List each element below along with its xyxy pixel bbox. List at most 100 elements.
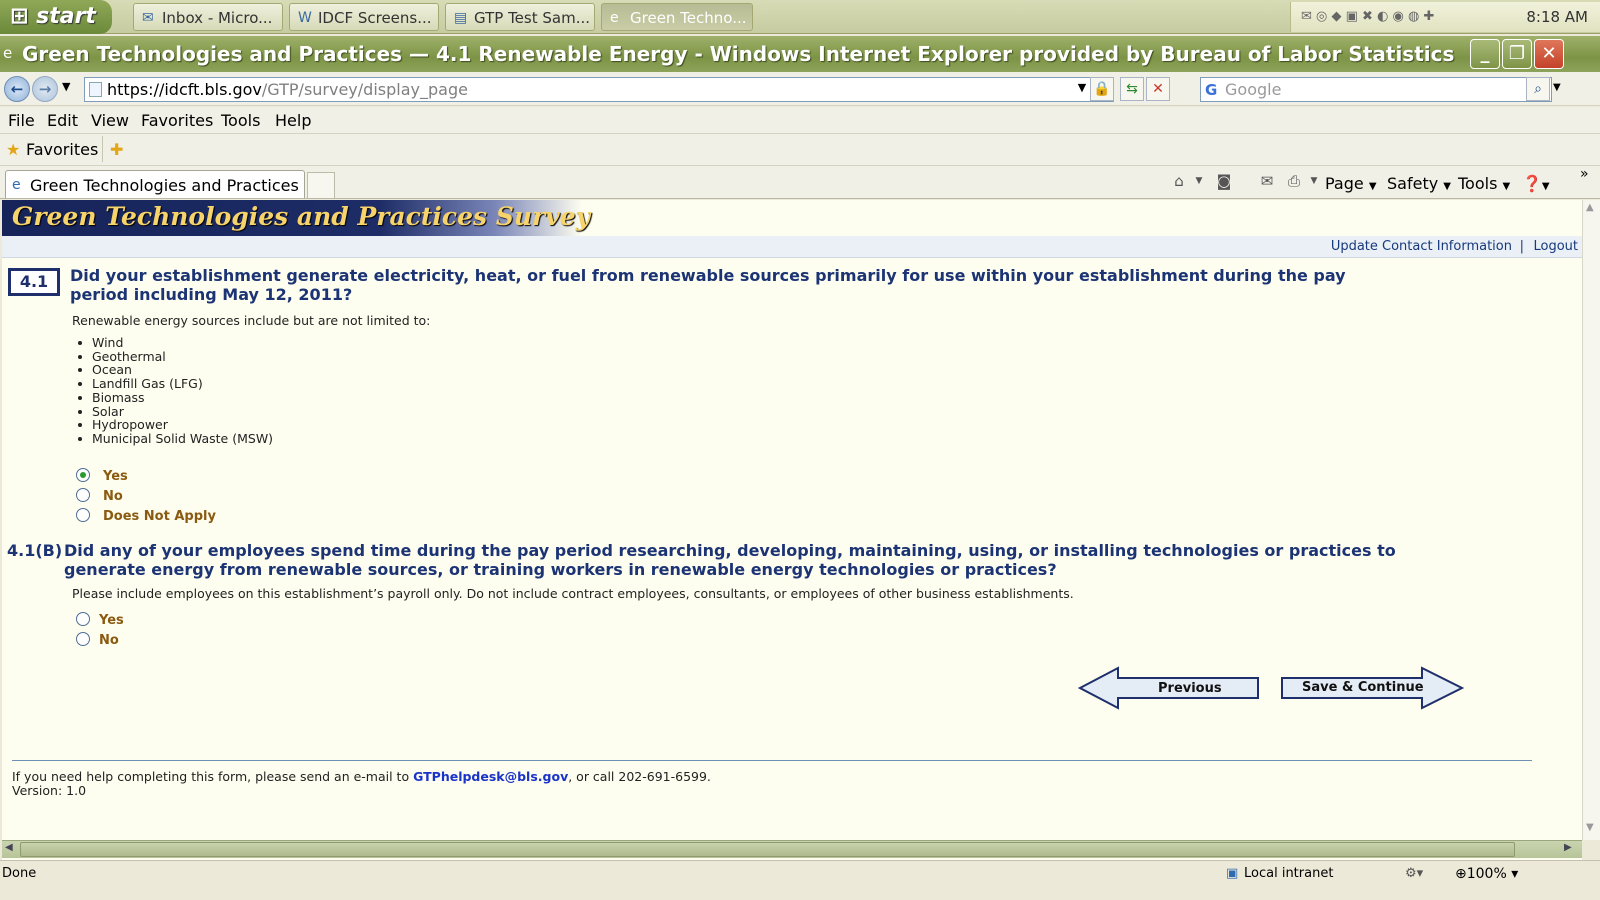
account-bar: Update Contact Information | Logout	[2, 236, 1582, 258]
start-button[interactable]: ⊞ start	[0, 0, 112, 34]
favorites-button[interactable]: Favorites	[26, 140, 98, 159]
q1-radio-no[interactable]	[76, 488, 90, 502]
search-button[interactable]: ⌕	[1526, 77, 1550, 101]
helpdesk-email-link[interactable]: GTPhelpdesk@bls.gov	[413, 769, 568, 784]
q1-label-no[interactable]: No	[103, 489, 123, 504]
q2-radio-yes[interactable]	[76, 612, 90, 626]
magnifier-icon: ⌕	[1534, 81, 1542, 97]
more-commands-icon[interactable]: »	[1580, 166, 1589, 182]
q1-radio-does-not-apply[interactable]	[76, 508, 90, 522]
restore-button[interactable]: ❐	[1502, 39, 1532, 69]
help-menu-button[interactable]: ❓▼	[1522, 174, 1550, 193]
question-4-1b-text: Did any of your employees spend time dur…	[64, 541, 1396, 579]
tab-green-technologies[interactable]: e Green Technologies and Practices ...	[5, 170, 305, 198]
status-text: Done	[2, 866, 37, 881]
back-arrow-icon: ←	[10, 80, 24, 98]
menu-help[interactable]: Help	[275, 111, 311, 130]
scroll-up-icon[interactable]: ▲	[1586, 202, 1594, 213]
close-button[interactable]: ✕	[1534, 39, 1564, 69]
safety-menu-button[interactable]: Safety ▼	[1387, 174, 1451, 193]
menu-edit[interactable]: Edit	[47, 111, 78, 130]
forward-button[interactable]: →	[32, 76, 58, 102]
tray-icons[interactable]: ✉ ◎ ◆ ▣ ✖ ◐ ◉ ◍ ✚	[1301, 9, 1434, 24]
menu-tools[interactable]: Tools	[221, 111, 260, 130]
q1-radio-yes[interactable]	[76, 468, 90, 482]
version-text: Version: 1.0	[12, 783, 87, 798]
scroll-right-icon[interactable]: ▶	[1564, 842, 1572, 853]
mail-icon[interactable]: ✉	[1258, 172, 1276, 190]
list-item: Geothermal	[77, 349, 273, 364]
history-dropdown-icon[interactable]: ▼	[62, 80, 70, 93]
horizontal-scroll-thumb[interactable]	[20, 842, 1515, 857]
question-number-4-1: 4.1	[8, 268, 60, 296]
address-row: ← → ▼ https://idcft.bls.gov/GTP/survey/d…	[0, 72, 1600, 106]
help-icon: ❓	[1522, 174, 1542, 193]
taskbar-item-inbox[interactable]: ✉ Inbox - Micro...	[133, 3, 283, 31]
stop-icon[interactable]: ✕	[1146, 77, 1170, 101]
toolbar-divider	[102, 136, 103, 162]
q2-label-no[interactable]: No	[99, 633, 119, 648]
menu-file[interactable]: File	[8, 111, 35, 130]
scroll-left-icon[interactable]: ◀	[5, 842, 13, 853]
chevron-down-icon: ▼	[1368, 181, 1377, 192]
ie-icon: e	[3, 44, 13, 62]
zoom-icon: ⊕	[1455, 866, 1467, 882]
list-item: Municipal Solid Waste (MSW)	[77, 430, 274, 446]
chevron-down-icon: ▼	[1541, 181, 1550, 192]
list-item: Solar	[77, 404, 273, 419]
list-item: Biomass	[77, 391, 273, 405]
previous-button[interactable]: Previous	[1078, 666, 1264, 710]
scroll-down-icon[interactable]: ▼	[1586, 822, 1594, 833]
print-icon[interactable]: ⎙	[1285, 172, 1303, 190]
taskbar-item-gtp-test[interactable]: ▤ GTP Test Sam...	[445, 3, 595, 31]
home-icon[interactable]: ⌂	[1170, 172, 1188, 190]
status-bar: Done ▣ Local intranet ⚙▾ ⊕100% ▾	[0, 860, 1600, 900]
link-separator: |	[1519, 239, 1524, 254]
document-icon: ▤	[454, 10, 468, 26]
search-options-dropdown-icon[interactable]: ▼	[1553, 82, 1561, 93]
list-item: Landfill Gas (LFG)	[77, 377, 273, 391]
q2-radio-no[interactable]	[76, 632, 90, 646]
taskbar-item-green-techno[interactable]: e Green Techno...	[601, 3, 753, 31]
back-button[interactable]: ←	[4, 76, 30, 102]
system-tray: ✉ ◎ ◆ ▣ ✖ ◐ ◉ ◍ ✚ 8:18 AM	[1290, 2, 1600, 32]
taskbar-item-idcf[interactable]: W IDCF Screens...	[289, 3, 439, 31]
minimize-button[interactable]: _	[1470, 39, 1500, 69]
windows-logo-icon: ⊞	[10, 4, 29, 29]
menu-view[interactable]: View	[91, 111, 129, 130]
vertical-scrollbar[interactable]: ▲ ▼	[1582, 200, 1600, 840]
logout-link[interactable]: Logout	[1533, 239, 1578, 254]
search-input[interactable]: G Google	[1200, 77, 1552, 102]
horizontal-scrollbar[interactable]: ◀ ▶	[2, 840, 1582, 858]
question-4-1-text: Did your establishment generate electric…	[70, 266, 1346, 304]
tools-menu-button[interactable]: Tools ▼	[1458, 174, 1510, 193]
print-dropdown-icon[interactable]: ▼	[1305, 176, 1323, 194]
q1-label-yes[interactable]: Yes	[103, 469, 128, 484]
zoom-level[interactable]: ⊕100% ▾	[1455, 866, 1518, 882]
page-menu-button[interactable]: Page ▼	[1325, 174, 1377, 193]
google-icon: G	[1205, 81, 1218, 99]
favorites-star-icon: ★	[6, 140, 21, 159]
ie-icon: e	[610, 10, 619, 26]
update-contact-link[interactable]: Update Contact Information	[1331, 239, 1512, 254]
home-dropdown-icon[interactable]: ▼	[1190, 176, 1208, 194]
feeds-icon[interactable]: ◙	[1215, 172, 1233, 190]
chevron-down-icon: ▼	[1502, 181, 1511, 192]
refresh-icon[interactable]: ⇆	[1120, 77, 1144, 101]
address-bar[interactable]: https://idcft.bls.gov/GTP/survey/display…	[84, 77, 1114, 102]
taskbar: ⊞ start ✉ Inbox - Micro... W IDCF Screens.…	[0, 0, 1600, 34]
save-continue-button[interactable]: Save & Continue	[1280, 666, 1466, 710]
q2-label-yes[interactable]: Yes	[99, 613, 124, 628]
add-favorite-icon[interactable]: ✚	[110, 140, 123, 159]
page-icon	[89, 82, 102, 97]
tab-row: e Green Technologies and Practices ... ⌂ …	[0, 166, 1600, 199]
payroll-note: Please include employees on this establi…	[72, 586, 1074, 601]
question-number-4-1b: 4.1(B)	[7, 541, 63, 560]
page-content: Green Technologies and Practices Survey …	[2, 200, 1582, 860]
q1-label-does-not-apply[interactable]: Does Not Apply	[103, 509, 216, 524]
lock-icon[interactable]: 🔒	[1090, 77, 1114, 101]
chevron-down-icon: ▼	[1443, 181, 1451, 192]
protected-mode-icon[interactable]: ⚙▾	[1405, 866, 1423, 881]
menu-favorites[interactable]: Favorites	[141, 111, 213, 130]
new-tab-button[interactable]	[307, 172, 335, 198]
